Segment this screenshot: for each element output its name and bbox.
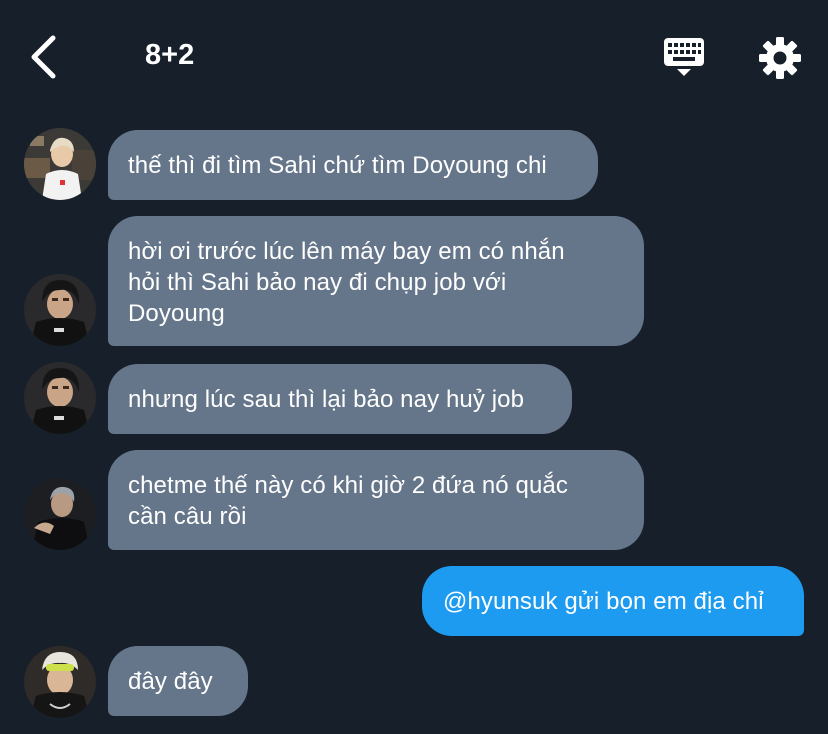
chat-header: 8+2 — [0, 0, 828, 110]
settings-button[interactable] — [756, 34, 804, 82]
message-bubble-outgoing[interactable]: @hyunsuk gửi bọn em địa chỉ — [422, 566, 804, 636]
message-bubble-incoming[interactable]: hời ơi trước lúc lên máy bay em có nhắn … — [108, 216, 644, 346]
chevron-left-icon — [31, 35, 56, 79]
gear-icon — [759, 37, 801, 79]
sender-avatar[interactable] — [24, 362, 96, 434]
back-button[interactable] — [24, 32, 68, 82]
sender-avatar[interactable] — [24, 646, 96, 718]
sender-avatar[interactable] — [24, 274, 96, 346]
conversation-title: 8+2 — [145, 39, 195, 71]
keyboard-icon — [664, 38, 704, 76]
message-bubble-incoming[interactable]: thế thì đi tìm Sahi chứ tìm Doyoung chi — [108, 130, 598, 200]
message-bubble-incoming[interactable]: nhưng lúc sau thì lại bảo nay huỷ job — [108, 364, 572, 434]
message-bubble-incoming[interactable]: đây đây — [108, 646, 248, 716]
sender-avatar[interactable] — [24, 128, 96, 200]
sender-avatar[interactable] — [24, 478, 96, 550]
keyboard-button[interactable] — [660, 36, 708, 80]
message-bubble-incoming[interactable]: chetme thế này có khi giờ 2 đứa nó quắc … — [108, 450, 644, 550]
